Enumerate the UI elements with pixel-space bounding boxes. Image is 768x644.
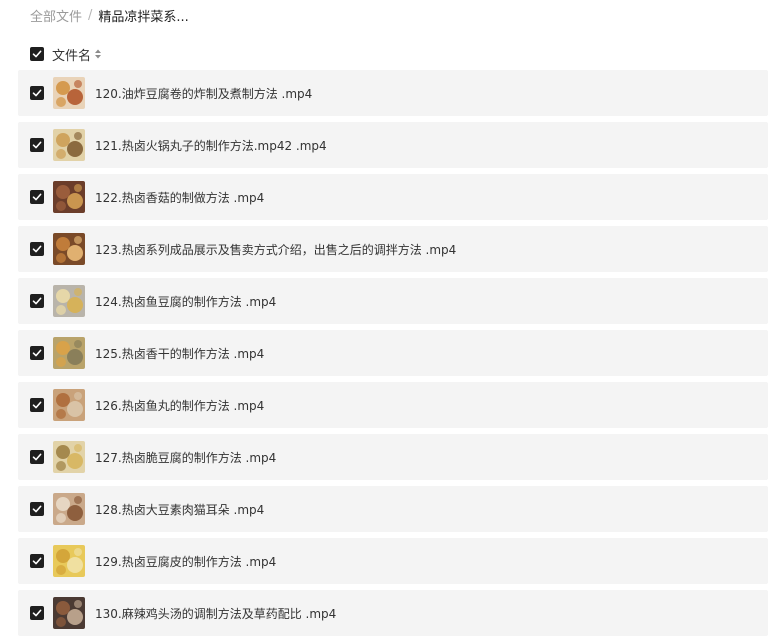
file-name[interactable]: 129.热卤豆腐皮的制作方法 .mp4 [95, 553, 276, 570]
video-thumbnail [53, 129, 85, 161]
file-row[interactable]: 123.热卤系列成品展示及售卖方式介绍，出售之后的调拌方法 .mp4 [18, 226, 768, 272]
file-checkbox[interactable] [30, 138, 44, 152]
file-row[interactable]: 130.麻辣鸡头汤的调制方法及草药配比 .mp4 [18, 590, 768, 636]
video-thumbnail [53, 181, 85, 213]
breadcrumb-separator: / [88, 7, 93, 23]
video-thumbnail [53, 285, 85, 317]
file-name[interactable]: 125.热卤香干的制作方法 .mp4 [95, 345, 264, 362]
check-icon [32, 50, 42, 58]
file-checkbox[interactable] [30, 86, 44, 100]
file-row[interactable]: 122.热卤香菇的制做方法 .mp4 [18, 174, 768, 220]
file-browser: 全部文件 / 精品凉拌菜系... 文件名 120.油炸豆腐卷的炸制及煮制方法 .… [0, 0, 768, 644]
file-checkbox[interactable] [30, 346, 44, 360]
check-icon [32, 505, 42, 513]
file-name[interactable]: 124.热卤鱼豆腐的制作方法 .mp4 [95, 293, 276, 310]
file-name[interactable]: 122.热卤香菇的制做方法 .mp4 [95, 189, 264, 206]
file-name[interactable]: 120.油炸豆腐卷的炸制及煮制方法 .mp4 [95, 85, 312, 102]
file-checkbox[interactable] [30, 294, 44, 308]
file-row[interactable]: 121.热卤火锅丸子的制作方法.mp42 .mp4 [18, 122, 768, 168]
video-thumbnail [53, 493, 85, 525]
file-checkbox[interactable] [30, 554, 44, 568]
file-row[interactable]: 124.热卤鱼豆腐的制作方法 .mp4 [18, 278, 768, 324]
check-icon [32, 89, 42, 97]
video-thumbnail [53, 337, 85, 369]
file-row[interactable]: 120.油炸豆腐卷的炸制及煮制方法 .mp4 [18, 70, 768, 116]
file-name[interactable]: 123.热卤系列成品展示及售卖方式介绍，出售之后的调拌方法 .mp4 [95, 241, 456, 258]
file-name[interactable]: 127.热卤脆豆腐的制作方法 .mp4 [95, 449, 276, 466]
file-row[interactable]: 128.热卤大豆素肉猫耳朵 .mp4 [18, 486, 768, 532]
check-icon [32, 141, 42, 149]
file-name[interactable]: 128.热卤大豆素肉猫耳朵 .mp4 [95, 501, 264, 518]
check-icon [32, 245, 42, 253]
file-checkbox[interactable] [30, 606, 44, 620]
file-name[interactable]: 121.热卤火锅丸子的制作方法.mp42 .mp4 [95, 137, 327, 154]
file-row[interactable]: 125.热卤香干的制作方法 .mp4 [18, 330, 768, 376]
sort-icon[interactable] [94, 48, 102, 60]
file-row[interactable]: 127.热卤脆豆腐的制作方法 .mp4 [18, 434, 768, 480]
video-thumbnail [53, 389, 85, 421]
file-list: 120.油炸豆腐卷的炸制及煮制方法 .mp4 121.热卤火锅丸子的制作方法.mp… [18, 70, 768, 642]
check-icon [32, 297, 42, 305]
check-icon [32, 609, 42, 617]
file-checkbox[interactable] [30, 242, 44, 256]
video-thumbnail [53, 545, 85, 577]
file-row[interactable]: 126.热卤鱼丸的制作方法 .mp4 [18, 382, 768, 428]
check-icon [32, 193, 42, 201]
breadcrumb-root-link[interactable]: 全部文件 [30, 6, 82, 25]
breadcrumb-current-folder: 精品凉拌菜系... [98, 9, 189, 25]
check-icon [32, 453, 42, 461]
file-checkbox[interactable] [30, 450, 44, 464]
file-checkbox[interactable] [30, 502, 44, 516]
check-icon [32, 349, 42, 357]
column-header-filename[interactable]: 文件名 [52, 45, 91, 64]
select-all-checkbox[interactable] [30, 47, 44, 61]
list-header: 文件名 [30, 44, 102, 64]
file-checkbox[interactable] [30, 190, 44, 204]
file-name[interactable]: 130.麻辣鸡头汤的调制方法及草药配比 .mp4 [95, 605, 336, 622]
file-row[interactable]: 129.热卤豆腐皮的制作方法 .mp4 [18, 538, 768, 584]
video-thumbnail [53, 597, 85, 629]
video-thumbnail [53, 77, 85, 109]
breadcrumb: 全部文件 / 精品凉拌菜系... [30, 4, 189, 26]
file-checkbox[interactable] [30, 398, 44, 412]
check-icon [32, 557, 42, 565]
video-thumbnail [53, 441, 85, 473]
file-name[interactable]: 126.热卤鱼丸的制作方法 .mp4 [95, 397, 264, 414]
check-icon [32, 401, 42, 409]
video-thumbnail [53, 233, 85, 265]
